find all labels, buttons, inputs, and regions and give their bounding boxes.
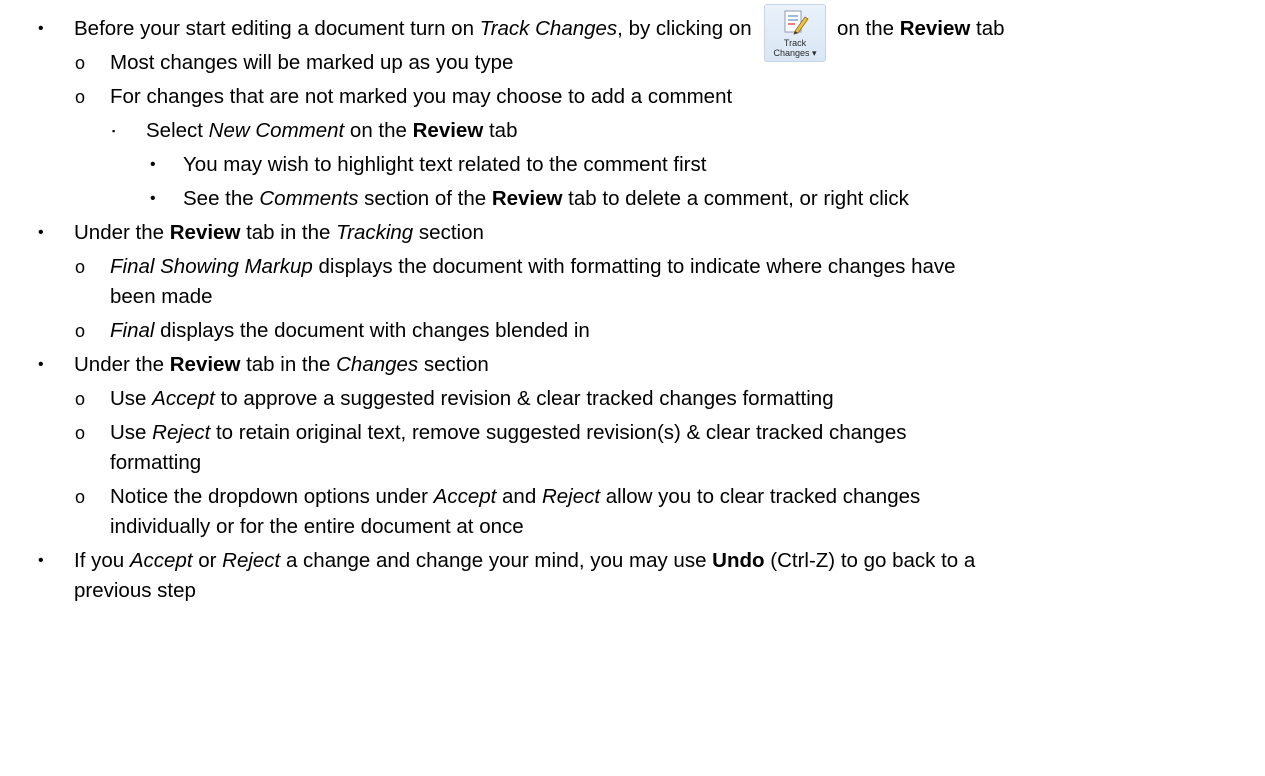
bullet-dot: • (150, 190, 156, 207)
item-text: , by clicking on (617, 17, 752, 40)
bullet-dot: • (38, 224, 44, 241)
item-italic: Reject (541, 485, 601, 508)
item-italic: Reject (222, 549, 281, 572)
item-text: tab to delete a comment, or right click (562, 187, 909, 210)
item-text: section of the (358, 187, 492, 210)
item-italic: Reject (152, 421, 211, 444)
item-text: allow you to clear tracked changes (600, 485, 921, 508)
bullet-circle: o (75, 321, 86, 341)
item-text: on the (837, 17, 900, 40)
item-text: displays the document with formatting to… (312, 255, 956, 278)
item-text: Under the (74, 221, 170, 244)
item-bold: Undo (712, 549, 765, 572)
item-text: (Ctrl-Z) to go back to a (764, 549, 976, 572)
list-item: You may wish to highlight text related t… (183, 153, 707, 176)
list-item-continuation: previous step (74, 579, 196, 602)
item-text: on the (344, 119, 413, 142)
track-changes-button[interactable]: Track Changes ▾ (764, 4, 826, 62)
item-bold: Review (412, 119, 484, 142)
item-text: to retain original text, remove suggeste… (210, 421, 907, 444)
item-text: Select (146, 119, 209, 142)
item-text: section (413, 221, 484, 244)
list-item: See the Comments section of the Review t… (183, 186, 909, 212)
bullet-dot: • (150, 156, 156, 173)
bullet-circle: o (75, 257, 86, 277)
list-item: Most changes will be marked up as you ty… (110, 51, 514, 74)
item-italic: Track Changes (479, 17, 618, 40)
bullet-square: ▪ (112, 126, 116, 136)
item-text: tab in the (240, 221, 337, 244)
item-italic: Changes (336, 353, 419, 376)
item-text: section (418, 353, 489, 376)
item-text: tab in the (240, 353, 337, 376)
list-item: Use Accept to approve a suggested revisi… (110, 386, 834, 412)
list-item: Select New Comment on the Review tab (146, 118, 517, 144)
bullet-circle: o (75, 389, 86, 409)
item-text: Notice the dropdown options under (110, 485, 434, 508)
item-text: See the (183, 187, 260, 210)
list-item: Under the Review tab in the Tracking sec… (74, 220, 484, 246)
list-item-continuation: individually or for the entire document … (110, 515, 524, 538)
list-item: If you Accept or Reject a change and cha… (74, 548, 975, 574)
bullet-dot: • (38, 20, 44, 37)
item-bold: Review (491, 187, 563, 210)
item-italic: Comments (259, 187, 359, 210)
item-text: tab (483, 119, 518, 142)
changes-label: Changes ▾ (773, 48, 817, 58)
list-item: Final displays the document with changes… (110, 318, 590, 344)
item-bold: Review (899, 17, 971, 40)
bullet-circle: o (75, 87, 86, 107)
item-text: Use (110, 387, 153, 410)
list-item-continuation: been made (110, 285, 213, 308)
item-text: Before your start editing a document tur… (74, 17, 480, 40)
item-italic: Tracking (336, 221, 414, 244)
item-text: a change and change your mind, you may u… (280, 549, 713, 572)
item-italic: Final Showing Markup (110, 255, 313, 278)
list-item: Notice the dropdown options under Accept… (110, 484, 920, 510)
item-bold: Review (169, 221, 241, 244)
track-label: Track (783, 38, 807, 48)
item-text: tab (970, 17, 1005, 40)
item-italic: Accept (433, 485, 497, 508)
item-italic: Accept (129, 549, 193, 572)
list-item: Under the Review tab in the Changes sect… (74, 352, 489, 378)
bullet-dot: • (38, 356, 44, 373)
item-text: displays the document with changes blend… (154, 319, 590, 342)
list-item: Use Reject to retain original text, remo… (110, 420, 906, 446)
track-changes-icon (784, 10, 809, 35)
list-item-continuation: formatting (110, 451, 202, 474)
item-text: Use (110, 421, 153, 444)
item-text: to approve a suggested revision & clear … (214, 387, 834, 410)
item-text: and (496, 485, 542, 508)
item-text: Under the (74, 353, 170, 376)
item-bold: Review (169, 353, 241, 376)
list-item-continuation: on the Review tab (837, 16, 1005, 42)
item-italic: Accept (152, 387, 215, 410)
list-item: Before your start editing a document tur… (74, 16, 752, 42)
list-item: Final Showing Markup displays the docume… (110, 254, 956, 280)
bullet-circle: o (75, 487, 86, 507)
item-text: or (192, 549, 223, 572)
bullet-circle: o (75, 53, 86, 73)
bullet-dot: • (38, 552, 44, 569)
item-text: If you (74, 549, 130, 572)
list-item: For changes that are not marked you may … (110, 85, 733, 108)
item-italic: New Comment (208, 119, 345, 142)
item-italic: Final (110, 319, 155, 342)
bullet-circle: o (75, 423, 86, 443)
